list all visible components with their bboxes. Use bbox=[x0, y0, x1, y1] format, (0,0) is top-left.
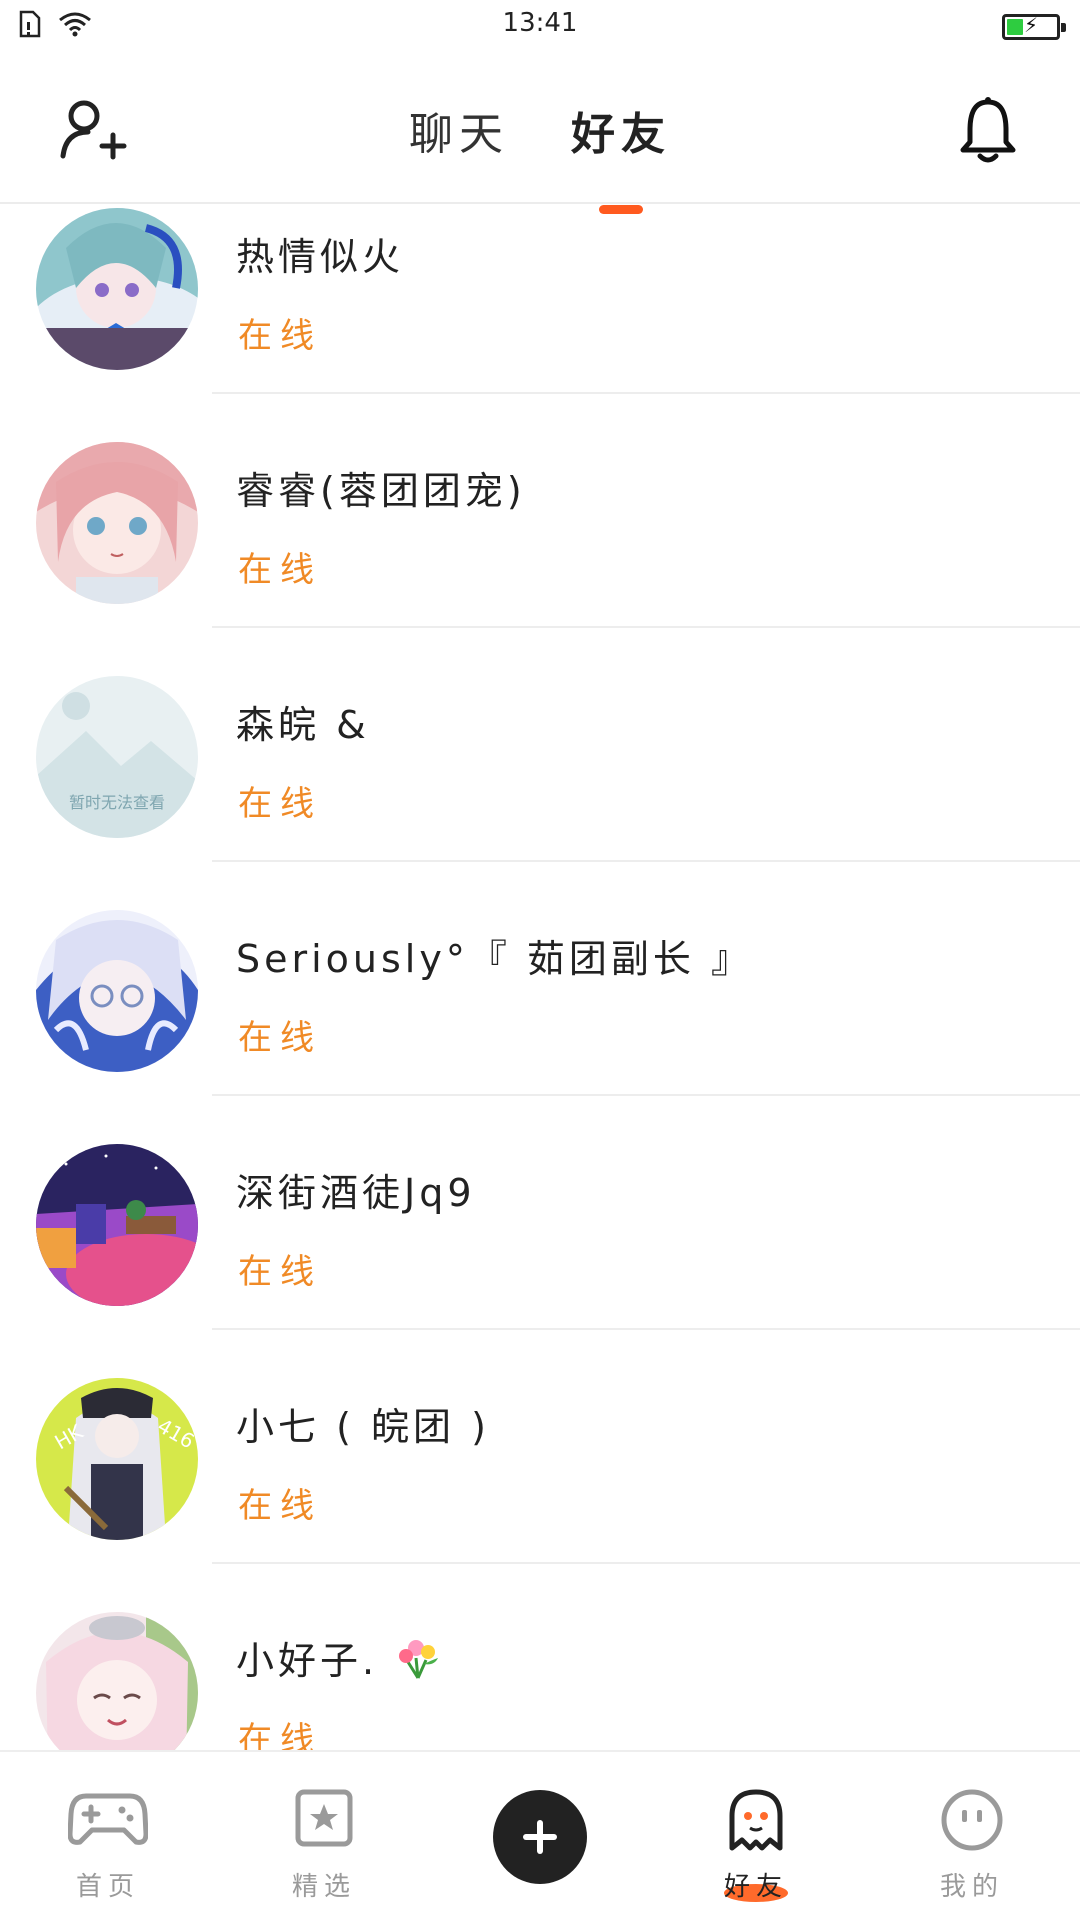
notification-button[interactable] bbox=[958, 96, 1018, 166]
friend-row[interactable]: 深街酒徒Jq9 在线 bbox=[0, 1096, 1080, 1330]
star-bookmark-icon bbox=[295, 1789, 353, 1847]
friend-name: 小好子. bbox=[236, 1630, 442, 1685]
status-time: 13:41 bbox=[502, 8, 578, 38]
header: 聊天 好友 bbox=[0, 56, 1080, 214]
friend-name: 深街酒徒Jq9 bbox=[236, 1171, 476, 1215]
nav-home[interactable]: 首页 bbox=[0, 1752, 216, 1920]
tab-friends[interactable]: 好友 bbox=[571, 98, 671, 214]
avatar-image bbox=[36, 1144, 198, 1306]
friend-name: Seriously°『 茹团副长 』 bbox=[236, 937, 754, 981]
avatar-image bbox=[36, 442, 198, 604]
friend-status: 在线 bbox=[238, 550, 322, 590]
avatar[interactable] bbox=[36, 910, 198, 1072]
nav-me[interactable]: 我的 bbox=[864, 1752, 1080, 1920]
top-tabs: 聊天 好友 bbox=[0, 98, 1080, 214]
status-bar: 13:41 ⚡ bbox=[0, 0, 1080, 56]
avatar[interactable] bbox=[36, 1612, 198, 1750]
friend-name: 小七 ( 皖团 ) bbox=[236, 1405, 490, 1449]
nav-featured-label: 精选 bbox=[291, 1872, 356, 1902]
battery-icon: ⚡ bbox=[1002, 13, 1066, 40]
create-post-button[interactable] bbox=[493, 1790, 587, 1884]
gamepad-icon bbox=[68, 1793, 148, 1845]
avatar[interactable]: HK 416 bbox=[36, 1378, 198, 1540]
avatar[interactable] bbox=[36, 442, 198, 604]
avatar-image: HK 416 bbox=[36, 1378, 198, 1540]
friend-row[interactable]: 热情似火 在线 bbox=[0, 204, 1080, 394]
avatar-image bbox=[36, 1612, 198, 1750]
friend-status: 在线 bbox=[238, 1486, 322, 1526]
avatar-image: 暂时无法查看 bbox=[36, 676, 198, 838]
avatar-image bbox=[36, 910, 198, 1072]
nav-me-label: 我的 bbox=[939, 1872, 1004, 1902]
friend-status: 在线 bbox=[238, 1018, 322, 1058]
friend-status: 在线 bbox=[238, 784, 322, 824]
bottom-nav: 首页 精选 好友 我的 bbox=[0, 1750, 1080, 1920]
friend-row[interactable]: Seriously°『 茹团副长 』 在线 bbox=[0, 862, 1080, 1096]
avatar[interactable] bbox=[36, 1144, 198, 1306]
nav-friends-label: 好友 bbox=[723, 1872, 788, 1902]
ghost-icon bbox=[729, 1789, 783, 1851]
avatar-image bbox=[36, 208, 198, 370]
avatar[interactable] bbox=[36, 208, 198, 370]
charging-icon: ⚡ bbox=[1023, 13, 1039, 37]
avatar[interactable]: 暂时无法查看 bbox=[36, 676, 198, 838]
friend-status: 在线 bbox=[238, 1252, 322, 1292]
friend-name: 森皖 & bbox=[236, 703, 370, 747]
friend-status: 在线 bbox=[238, 1720, 322, 1750]
flower-emoji-icon bbox=[399, 1640, 439, 1679]
friend-row[interactable]: 暂时无法查看 森皖 & 在线 bbox=[0, 628, 1080, 862]
friend-name: 热情似火 bbox=[236, 235, 405, 279]
bell-icon bbox=[960, 97, 1016, 163]
friend-row[interactable]: 睿睿(蓉团团宠) 在线 bbox=[0, 394, 1080, 628]
nav-featured[interactable]: 精选 bbox=[216, 1752, 432, 1920]
face-icon bbox=[941, 1789, 1003, 1851]
tab-friends-label: 好友 bbox=[571, 109, 671, 160]
friend-status: 在线 bbox=[238, 316, 322, 356]
tab-chat[interactable]: 聊天 bbox=[409, 98, 509, 162]
friend-name-text: 小好子. bbox=[236, 1639, 379, 1683]
friend-name: 睿睿(蓉团团宠) bbox=[236, 469, 526, 513]
friend-list[interactable]: 热情似火 在线 睿睿(蓉团团宠) 在线 暂时无法查看 森皖 & 在线 Serio… bbox=[0, 204, 1080, 1750]
nav-home-label: 首页 bbox=[75, 1872, 140, 1902]
nav-friends[interactable]: 好友 bbox=[648, 1752, 864, 1920]
avatar-placeholder-text: 暂时无法查看 bbox=[69, 793, 165, 812]
friend-row[interactable]: 小好子. 在线 bbox=[0, 1564, 1080, 1750]
friend-row[interactable]: HK 416 小七 ( 皖团 ) 在线 bbox=[0, 1330, 1080, 1564]
